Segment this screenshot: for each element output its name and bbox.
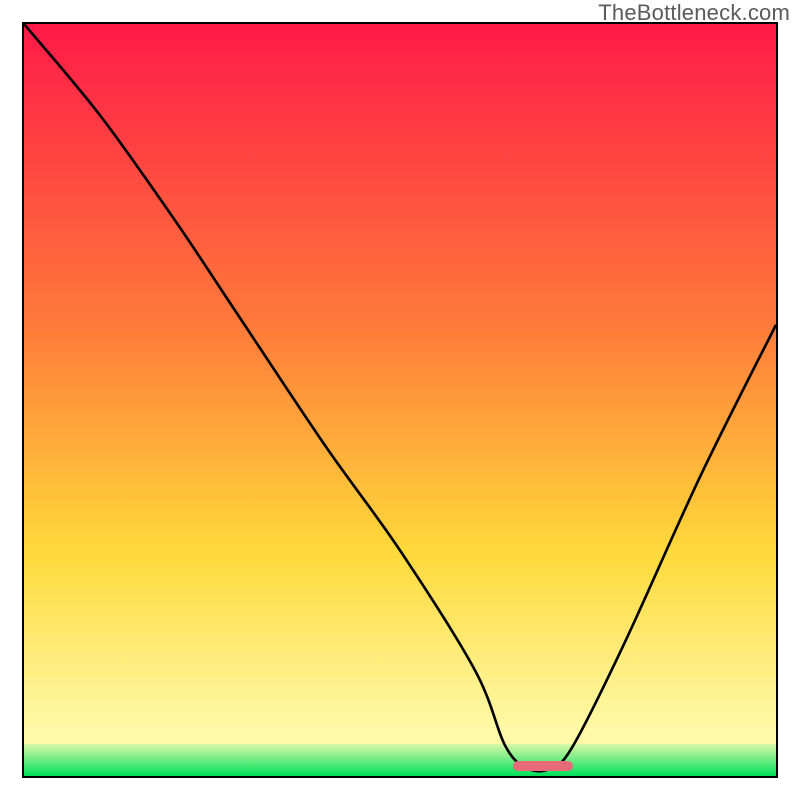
- bottleneck-plot: [22, 22, 778, 778]
- your-config-marker: [513, 761, 573, 771]
- curve-path: [24, 24, 776, 771]
- bottleneck-curve: [24, 24, 776, 776]
